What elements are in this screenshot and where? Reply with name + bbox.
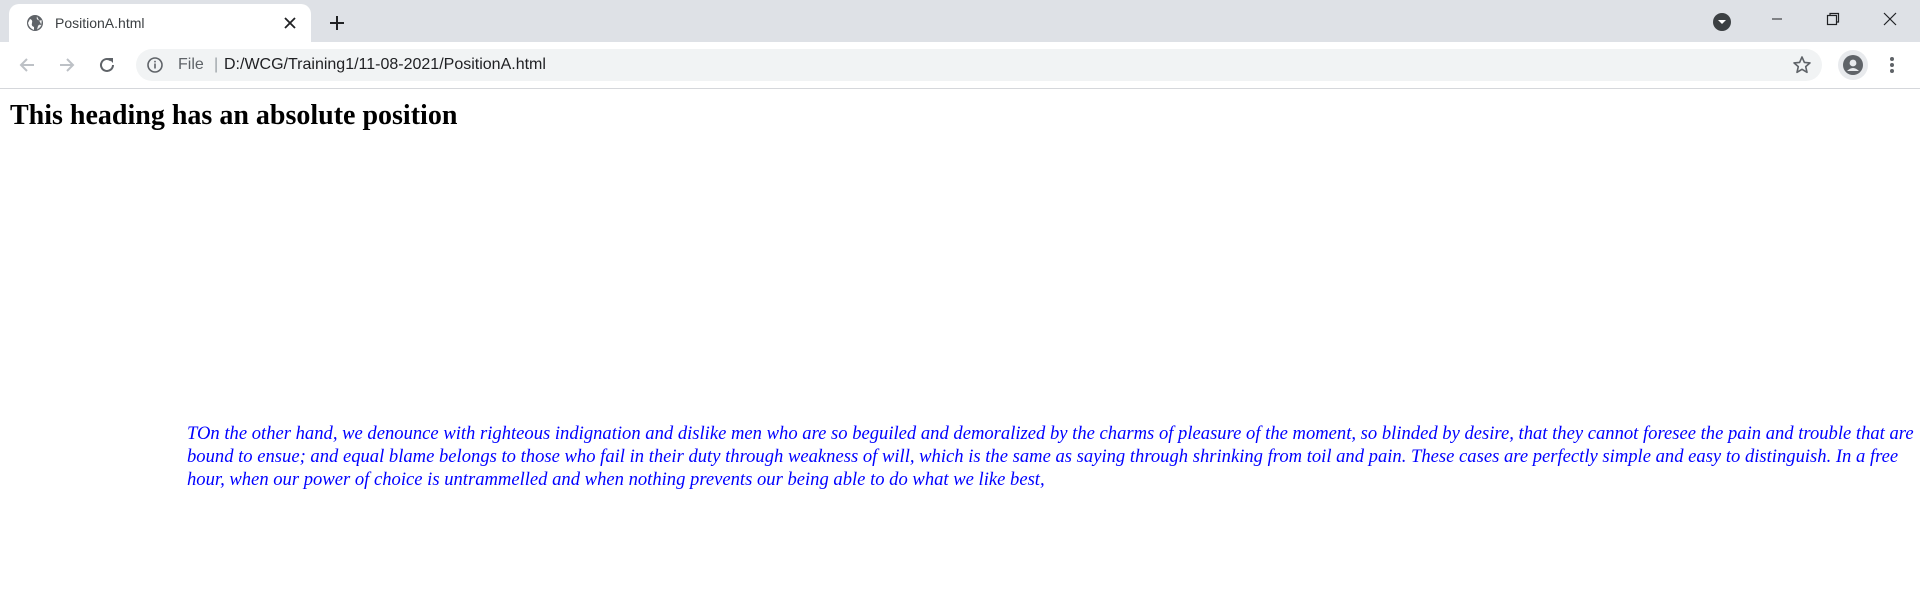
profile-button[interactable] [1838, 50, 1868, 80]
scheme-label: File [178, 56, 204, 73]
page-heading: This heading has an absolute position [10, 100, 458, 131]
toolbar: File | D:/WCG/Training1/11-08-2021/Posit… [0, 42, 1920, 89]
forward-button[interactable] [51, 49, 83, 81]
close-window-button[interactable] [1862, 0, 1918, 38]
minimize-button[interactable] [1749, 0, 1805, 38]
minimize-icon [1772, 18, 1782, 20]
reload-icon [100, 57, 114, 72]
page-content: This heading has an absolute position TO… [0, 89, 1920, 599]
restore-icon [1826, 12, 1840, 26]
close-window-icon [1883, 12, 1897, 26]
globe-icon [26, 14, 44, 32]
tab-search-button[interactable] [1708, 8, 1736, 36]
body-paragraph: TOn the other hand, we denounce with rig… [187, 423, 1914, 490]
tab-strip: PositionA.html [0, 0, 1920, 42]
close-icon[interactable] [281, 14, 299, 32]
back-arrow-icon [19, 58, 34, 72]
back-button[interactable] [11, 49, 43, 81]
profile-icon [1843, 55, 1863, 75]
forward-arrow-icon [60, 58, 75, 72]
tab-title: PositionA.html [55, 15, 145, 31]
menu-button[interactable] [1880, 50, 1904, 80]
reload-button[interactable] [91, 49, 123, 81]
url-text[interactable]: D:/WCG/Training1/11-08-2021/PositionA.ht… [224, 56, 546, 74]
address-bar[interactable]: File | D:/WCG/Training1/11-08-2021/Posit… [136, 49, 1822, 81]
info-icon[interactable] [146, 56, 164, 74]
active-tab[interactable]: PositionA.html [9, 4, 311, 42]
star-icon[interactable] [1792, 55, 1812, 75]
kebab-menu-icon [1890, 57, 1894, 73]
plus-icon [330, 16, 344, 30]
restore-button[interactable] [1805, 0, 1861, 38]
scheme-separator: | [214, 56, 219, 73]
new-tab-button[interactable] [322, 8, 352, 38]
tab-search-icon [1713, 13, 1731, 31]
